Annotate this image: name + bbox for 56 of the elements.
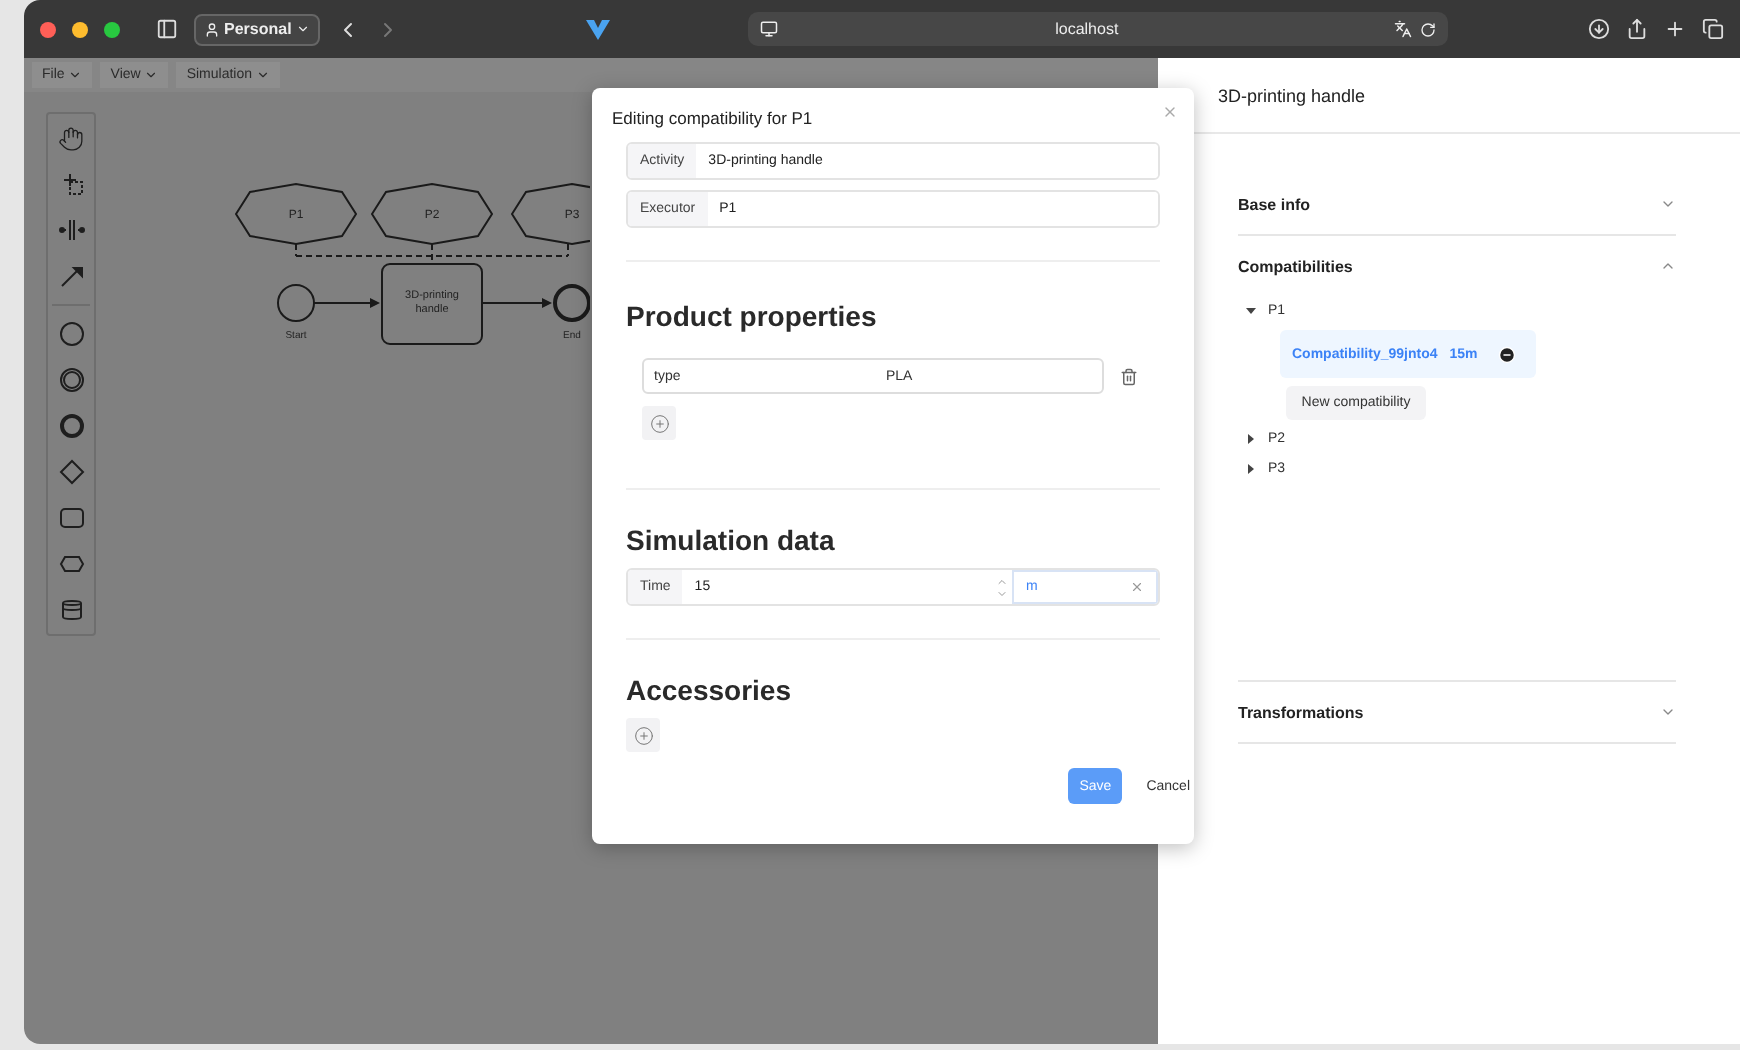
database-icon bbox=[57, 596, 85, 624]
palette-tool[interactable] bbox=[54, 454, 88, 490]
arrow-icon bbox=[57, 262, 85, 290]
person-icon bbox=[204, 21, 220, 37]
address-bar[interactable]: localhost bbox=[748, 12, 1449, 46]
section-heading: Simulation data bbox=[626, 524, 837, 556]
end-event bbox=[553, 284, 590, 322]
add-property-button[interactable] bbox=[642, 406, 676, 440]
profile-button[interactable]: Personal bbox=[194, 13, 320, 45]
reload-icon[interactable] bbox=[1420, 21, 1437, 37]
sequence-arrow bbox=[313, 298, 380, 308]
plus-circle-icon bbox=[633, 725, 653, 745]
zoom-window-button[interactable] bbox=[104, 21, 120, 37]
circle-icon bbox=[57, 320, 85, 348]
download-icon[interactable] bbox=[1587, 18, 1610, 40]
plus-circle-icon bbox=[649, 413, 669, 433]
palette-tool[interactable] bbox=[54, 408, 88, 444]
section-heading: Accessories bbox=[626, 674, 794, 706]
start-event bbox=[277, 284, 315, 322]
hand-icon bbox=[58, 125, 84, 151]
space-tool-icon bbox=[57, 216, 85, 244]
clear-icon[interactable] bbox=[1130, 580, 1144, 594]
caret-icon bbox=[256, 68, 271, 82]
trash-icon bbox=[1120, 367, 1138, 385]
sequence-arrow bbox=[481, 298, 552, 308]
tabs-icon[interactable] bbox=[1701, 18, 1724, 40]
add-accessory-button[interactable] bbox=[626, 718, 660, 752]
close-icon bbox=[1162, 104, 1178, 120]
rounded-square-icon bbox=[57, 504, 85, 532]
hexagon-icon bbox=[57, 550, 85, 578]
close-button[interactable] bbox=[1162, 104, 1178, 120]
section-header[interactable]: Transformations bbox=[1238, 682, 1676, 742]
palette-tool[interactable] bbox=[54, 316, 88, 352]
close-window-button[interactable] bbox=[40, 21, 56, 37]
section-header[interactable]: Base info bbox=[1238, 174, 1676, 234]
monitor-icon bbox=[760, 20, 779, 38]
minimize-window-button[interactable] bbox=[72, 21, 88, 37]
thick-circle-icon bbox=[57, 412, 85, 440]
task-node[interactable] bbox=[381, 263, 483, 345]
delete-button[interactable] bbox=[1120, 367, 1138, 385]
palette-tool[interactable] bbox=[54, 362, 88, 398]
sidebar-icon[interactable] bbox=[156, 18, 178, 40]
dialog-title: Editing compatibility for P1 bbox=[612, 108, 815, 132]
share-icon[interactable] bbox=[1625, 18, 1648, 40]
section-header[interactable]: Compatibilities bbox=[1238, 236, 1676, 296]
caret-icon bbox=[295, 22, 310, 36]
remove-icon[interactable] bbox=[1497, 345, 1516, 363]
translate-icon[interactable] bbox=[1394, 20, 1413, 38]
new-tab-icon[interactable] bbox=[1663, 18, 1686, 40]
url-text: localhost bbox=[1053, 20, 1121, 38]
diamond-icon bbox=[57, 458, 85, 486]
double-circle-icon bbox=[57, 366, 85, 394]
caret-icon bbox=[68, 68, 83, 82]
section-heading: Product properties bbox=[626, 300, 879, 332]
caret-icon bbox=[144, 68, 159, 82]
v-logo-icon[interactable] bbox=[585, 19, 610, 39]
